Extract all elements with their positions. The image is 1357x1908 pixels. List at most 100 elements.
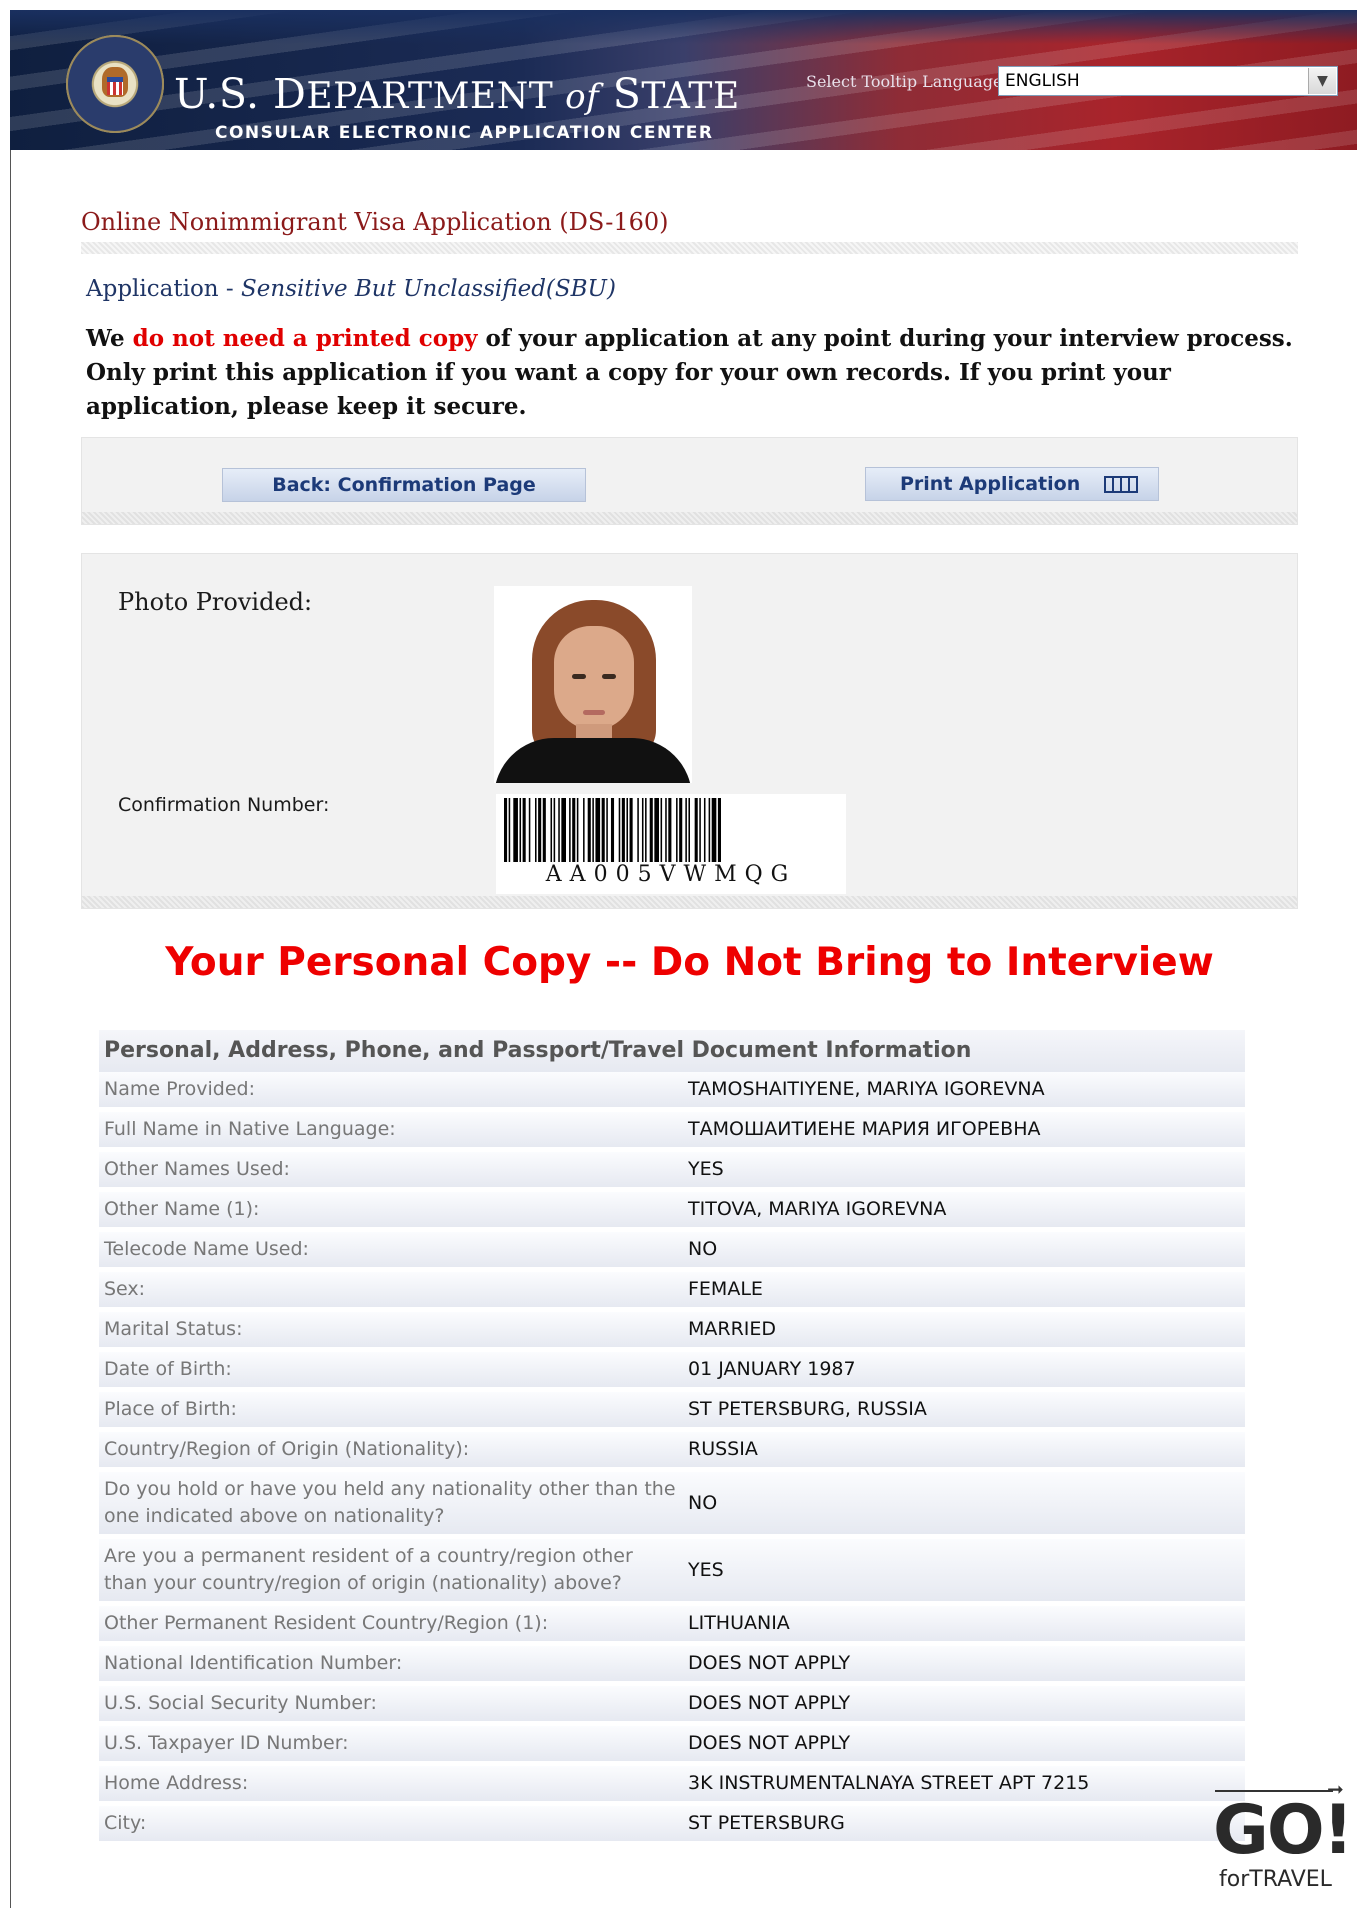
- table-row: Telecode Name Used: NO: [99, 1232, 1245, 1272]
- barcode-bar: [629, 798, 633, 862]
- table-row: Place of Birth: ST PETERSBURG, RUSSIA: [99, 1392, 1245, 1432]
- table-row: Country/Region of Origin (Nationality): R…: [99, 1432, 1245, 1472]
- personal-info-section: Personal, Address, Phone, and Passport/T…: [99, 1030, 1245, 1846]
- barcode-bar: [645, 798, 647, 862]
- barcode-bar: [508, 798, 511, 862]
- shield-icon: [107, 77, 123, 95]
- barcode-bar: [572, 798, 576, 862]
- barcode-bar: [708, 798, 711, 862]
- field-label: City:: [104, 1812, 147, 1834]
- barcode-bar: [519, 798, 522, 862]
- field-value: LITHUANIA: [688, 1612, 790, 1634]
- table-row: Sex: FEMALE: [99, 1272, 1245, 1312]
- table-row: National Identification Number: DOES NOT …: [99, 1646, 1245, 1686]
- field-value: DOES NOT APPLY: [688, 1732, 851, 1754]
- field-label: Home Address:: [104, 1772, 249, 1794]
- barcode-bar: [538, 798, 542, 862]
- chevron-down-icon[interactable]: ▼: [1308, 68, 1336, 94]
- personal-info-table: Name Provided: TAMOSHAITIYENE, MARIYA IGO…: [99, 1072, 1245, 1846]
- barcode-bar: [592, 798, 594, 862]
- field-label: Place of Birth:: [104, 1398, 237, 1420]
- barcode-bar: [668, 798, 672, 862]
- applicant-photo: [494, 586, 692, 783]
- field-value: 3K INSTRUMENTALNAYA STREET APT 7215: [688, 1772, 1090, 1794]
- field-value: NO: [688, 1238, 718, 1260]
- field-label: Are you a permanent resident of a countr…: [104, 1545, 633, 1594]
- action-button-bar: Back: Confirmation Page Print Applicatio…: [81, 437, 1298, 525]
- gofortravel-watermark-logo: ➞ GO! forTRAVEL: [1209, 1775, 1354, 1905]
- barcode-bar: [558, 798, 560, 862]
- department-title[interactable]: U.S. DEPARTMENT of STATE: [174, 70, 740, 118]
- tooltip-language-label: Select Tooltip Language: [806, 72, 1003, 91]
- table-row: U.S. Social Security Number: DOES NOT APP…: [99, 1686, 1245, 1726]
- barcode-bar: [618, 798, 621, 862]
- barcode-bar: [703, 798, 706, 862]
- department-subtitle: CONSULAR ELECTRONIC APPLICATION CENTER: [215, 123, 714, 143]
- barcode-bar: [665, 798, 667, 862]
- barcode-bar: [676, 798, 678, 862]
- department-seal-icon[interactable]: [66, 35, 164, 133]
- table-row: Other Names Used: YES: [99, 1152, 1245, 1192]
- barcode-bar: [694, 798, 698, 862]
- header-banner: U.S. DEPARTMENT of STATE CONSULAR ELECTR…: [10, 10, 1357, 150]
- barcode-bar: [641, 798, 644, 862]
- barcode-bar: [610, 798, 615, 862]
- barcode-bar: [535, 798, 537, 862]
- field-label: Name Provided:: [104, 1078, 255, 1100]
- section-header: Personal, Address, Phone, and Passport/T…: [99, 1030, 1245, 1072]
- barcode-bar: [576, 798, 579, 862]
- field-label: U.S. Taxpayer ID Number:: [104, 1732, 349, 1754]
- field-value: DOES NOT APPLY: [688, 1652, 851, 1674]
- field-value: NO: [688, 1491, 718, 1514]
- barcode-bar: [621, 798, 625, 862]
- barcode-bar: [637, 798, 639, 862]
- barcode-bar: [522, 798, 526, 862]
- table-row: Name Provided: TAMOSHAITIYENE, MARIYA IGO…: [99, 1072, 1245, 1112]
- page-title: Online Nonimmigrant Visa Application (DS…: [81, 208, 669, 236]
- watermark-brand: GO!: [1213, 1791, 1354, 1870]
- field-value: MARRIED: [688, 1318, 777, 1340]
- field-value: TAMOSHAITIYENE, MARIYA IGOREVNA: [688, 1078, 1045, 1100]
- table-row: City: ST PETERSBURG: [99, 1806, 1245, 1846]
- barcode-bar: [688, 798, 690, 862]
- barcode-bar: [660, 798, 663, 862]
- field-label: Sex:: [104, 1278, 146, 1300]
- photo-confirmation-box: Photo Provided: Confirmation Number: AA0…: [81, 553, 1298, 909]
- field-value: ST PETERSBURG, RUSSIA: [688, 1398, 927, 1420]
- field-label: Country/Region of Origin (Nationality):: [104, 1438, 470, 1460]
- table-row: Marital Status: MARRIED: [99, 1312, 1245, 1352]
- table-row: Date of Birth: 01 JANUARY 1987: [99, 1352, 1245, 1392]
- title-divider: [81, 242, 1298, 254]
- barcode-bar: [654, 798, 659, 862]
- print-application-button[interactable]: Print Application: [865, 467, 1159, 501]
- table-row: Home Address: 3K INSTRUMENTALNAYA STREET …: [99, 1766, 1245, 1806]
- barcode-bar: [550, 798, 553, 862]
- barcode-bar: [542, 798, 546, 862]
- barcode-bar: [606, 798, 608, 862]
- back-confirmation-page-button[interactable]: Back: Confirmation Page: [222, 468, 586, 502]
- print-application-label: Print Application: [900, 473, 1081, 495]
- confirmation-barcode: AA005VWMQG: [496, 794, 846, 894]
- barcode-bar: [679, 798, 683, 862]
- print-notice: We do not need a printed copy of your ap…: [86, 325, 1293, 420]
- barcode-bar: [649, 798, 653, 862]
- barcode-bar: [685, 798, 687, 862]
- table-row: Other Name (1): TITOVA, MARIYA IGOREVNA: [99, 1192, 1245, 1232]
- barcode-bar: [583, 798, 585, 862]
- barcode-bar: [569, 798, 571, 862]
- confirmation-number-label: Confirmation Number:: [118, 794, 330, 816]
- field-label: Date of Birth:: [104, 1358, 232, 1380]
- tooltip-language-select[interactable]: ENGLISH ▼: [998, 66, 1338, 96]
- table-row: U.S. Taxpayer ID Number: DOES NOT APPLY: [99, 1726, 1245, 1766]
- field-value: YES: [688, 1558, 724, 1581]
- barcode-bar: [717, 798, 721, 862]
- notice-highlight: do not need a printed copy: [132, 325, 478, 352]
- barcode-bar: [513, 798, 518, 862]
- personal-copy-warning: Your Personal Copy -- Do Not Bring to In…: [165, 940, 1214, 985]
- barcode-bar: [595, 798, 601, 862]
- field-value: ТАМОШАИТИЕНЕ МАРИЯ ИГОРЕВНА: [688, 1118, 1041, 1140]
- barcode-bars: [504, 798, 721, 862]
- table-row: Full Name in Native Language: ТАМОШАИТИЕН…: [99, 1112, 1245, 1152]
- watermark-tagline: forTRAVEL: [1219, 1867, 1332, 1892]
- table-row: Do you hold or have you held any nationa…: [99, 1472, 1245, 1539]
